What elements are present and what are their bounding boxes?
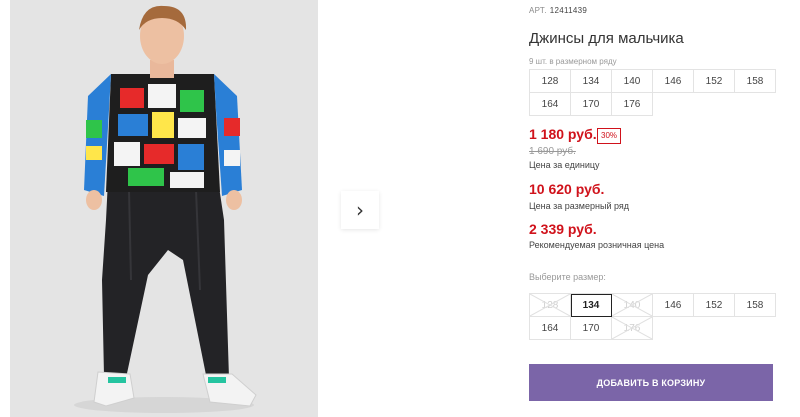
size-option-164[interactable]: 164 xyxy=(530,317,571,340)
size-option-label: 146 xyxy=(664,299,682,311)
unavailable-cross-icon xyxy=(612,317,652,339)
pack-size-cell: 128 xyxy=(530,70,571,93)
size-option-128: 128 xyxy=(530,294,571,317)
size-selector-label: Выберите размер: xyxy=(529,272,606,282)
product-photo xyxy=(10,0,318,417)
pack-size-cell: 158 xyxy=(735,70,776,93)
product-title: Джинсы для мальчика xyxy=(529,30,684,47)
size-option-176: 176 xyxy=(612,317,653,340)
add-to-cart-button[interactable]: ДОБАВИТЬ В КОРЗИНУ xyxy=(529,364,773,401)
size-option-140: 140 xyxy=(612,294,653,317)
sku-line: АРТ. 12411439 xyxy=(529,6,587,15)
size-option-label: 152 xyxy=(705,299,723,311)
size-option-label: 158 xyxy=(746,299,764,311)
pack-size-cell: 152 xyxy=(694,70,735,93)
size-option-label: 134 xyxy=(582,299,600,311)
size-option-label: 164 xyxy=(541,322,559,334)
pack-size-cell: 140 xyxy=(612,70,653,93)
pack-size-cell: 134 xyxy=(571,70,612,93)
unavailable-cross-icon xyxy=(530,294,570,316)
discount-badge: 30% xyxy=(597,128,622,144)
next-image-button[interactable]: › xyxy=(341,191,379,229)
size-option-134[interactable]: 134 xyxy=(571,294,612,317)
pack-size-cell: 164 xyxy=(530,93,571,116)
old-price: 1 690 руб. xyxy=(529,146,576,157)
rrp-price: 2 339 руб. xyxy=(529,221,597,237)
size-selector: 128 134 140 146 152 158 164 170 176 xyxy=(529,293,776,340)
chevron-right-icon: › xyxy=(356,198,364,222)
boy-illustration xyxy=(74,5,257,413)
pack-size-cell: 170 xyxy=(571,93,612,116)
row-price-label: Цена за размерный ряд xyxy=(529,201,630,211)
rrp-label: Рекомендуемая розничная цена xyxy=(529,240,665,250)
pack-note: 9 шт. в размерном ряду xyxy=(529,57,617,66)
unavailable-cross-icon xyxy=(612,294,652,316)
current-price: 1 180 руб. xyxy=(529,126,597,142)
pack-size-grid: 128 134 140 146 152 158 164 170 176 xyxy=(529,69,776,116)
size-option-170[interactable]: 170 xyxy=(571,317,612,340)
size-option-label: 170 xyxy=(582,322,600,334)
size-option-158[interactable]: 158 xyxy=(735,294,776,317)
product-gallery: › xyxy=(0,0,400,417)
row-price: 10 620 руб. xyxy=(529,181,605,197)
size-option-152[interactable]: 152 xyxy=(694,294,735,317)
pack-size-cell: 176 xyxy=(612,93,653,116)
sku-value: 12411439 xyxy=(549,6,588,15)
pack-size-cell: 146 xyxy=(653,70,694,93)
size-option-146[interactable]: 146 xyxy=(653,294,694,317)
unit-price-label: Цена за единицу xyxy=(529,160,600,170)
sku-label: АРТ. xyxy=(529,6,547,15)
